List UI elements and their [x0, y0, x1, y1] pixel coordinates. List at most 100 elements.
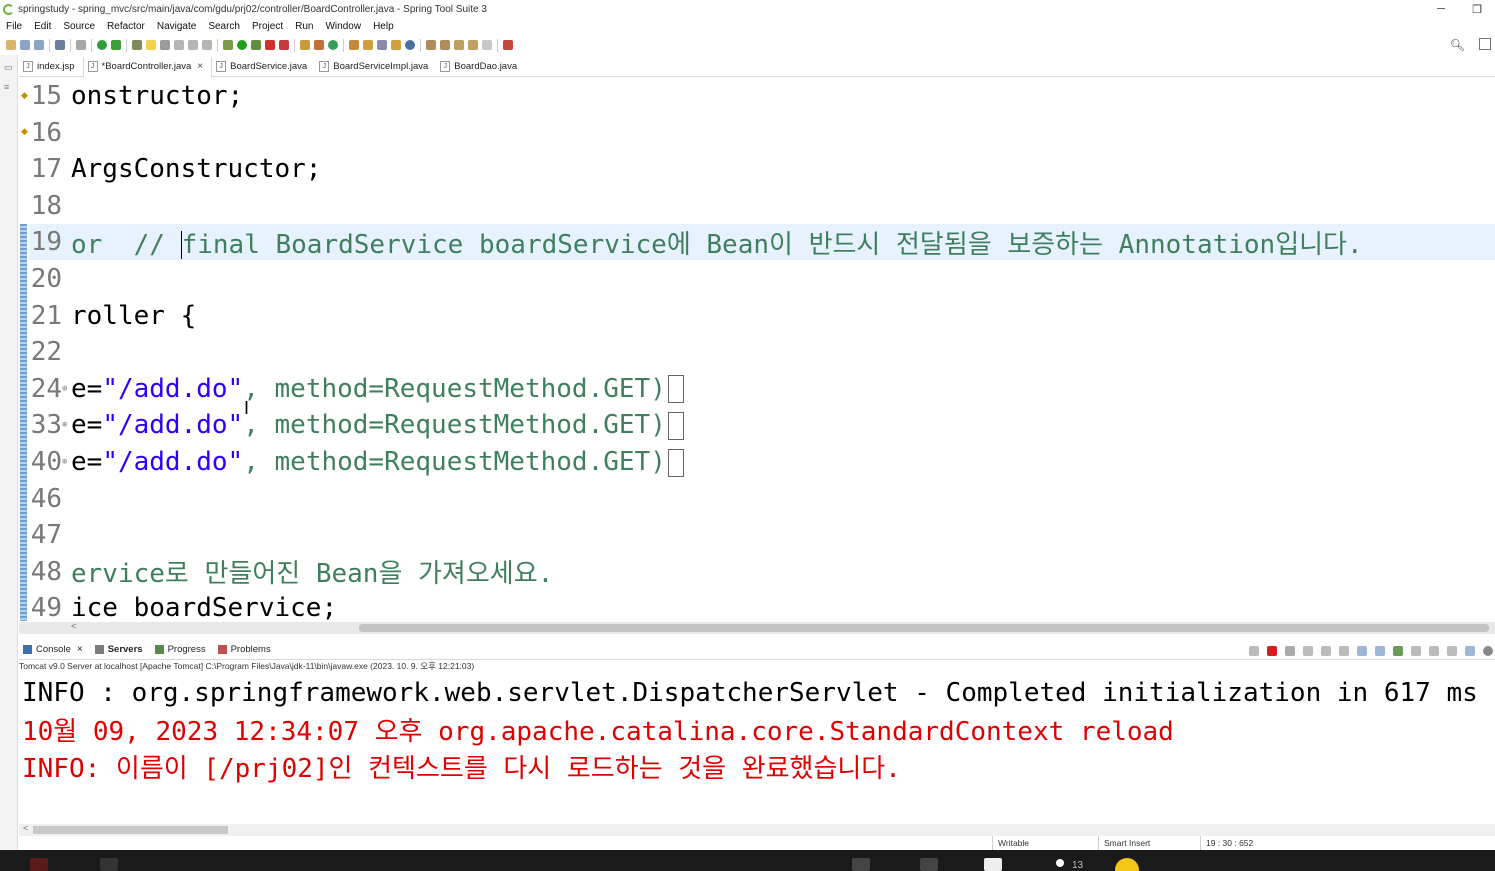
menu-source[interactable]: Source	[57, 21, 101, 32]
video-icon[interactable]	[852, 858, 870, 871]
menu-navigate[interactable]: Navigate	[151, 21, 202, 32]
save-all-icon[interactable]	[34, 40, 44, 50]
external-tools-icon[interactable]	[279, 40, 289, 50]
close-icon[interactable]: ×	[77, 644, 83, 655]
menu-window[interactable]: Window	[319, 21, 367, 32]
editor-tab[interactable]: J BoardDao.java	[436, 57, 525, 77]
code-line[interactable]: 47	[29, 517, 1495, 553]
chat-icon[interactable]	[984, 858, 1002, 871]
folded-block-placeholder[interactable]	[667, 448, 684, 477]
menu-file[interactable]: File	[0, 21, 28, 32]
pin-console-icon[interactable]	[1393, 646, 1403, 656]
view-tab-console[interactable]: Console ×	[19, 640, 91, 660]
code-line[interactable]: 48 ervice로 만들어진 Bean을 가져오세요.	[29, 554, 1495, 590]
code-line[interactable]: 40 ⊕ e="/add.do", method=RequestMethod.GET…	[29, 444, 1495, 480]
new-server-icon[interactable]	[300, 40, 310, 50]
console-horizontal-scrollbar[interactable]: <	[19, 823, 1495, 836]
open-folder-icon[interactable]	[391, 40, 401, 50]
open-perspective-icon[interactable]	[1479, 38, 1491, 50]
code-line[interactable]: 21 roller {	[29, 298, 1495, 334]
editor-horizontal-scrollbar[interactable]: <	[19, 621, 1495, 634]
menu-project[interactable]: Project	[246, 21, 289, 32]
code-line[interactable]: 22	[29, 334, 1495, 370]
console-output[interactable]: INFO : org.springframework.web.servlet.D…	[19, 673, 1495, 823]
save-icon[interactable]	[20, 40, 30, 50]
pin-editor-icon[interactable]	[503, 40, 513, 50]
editor-tab[interactable]: J *BoardController.java ×	[82, 56, 213, 77]
stop-icon[interactable]	[265, 40, 275, 50]
participants-icon[interactable]	[1056, 859, 1064, 867]
new-package-icon[interactable]	[314, 40, 324, 50]
paragraph-icon[interactable]	[202, 40, 212, 50]
view-tab-problems[interactable]: Problems	[214, 640, 279, 660]
scroll-lock-icon[interactable]	[1321, 646, 1331, 656]
clear-console-icon[interactable]	[1303, 646, 1313, 656]
remove-launch-icon[interactable]	[1249, 646, 1259, 656]
code-line[interactable]: 17 ArgsConstructor;	[29, 151, 1495, 187]
block-selection-icon[interactable]	[174, 40, 184, 50]
fold-expand-icon[interactable]: ⊕	[62, 384, 69, 394]
maximize-view-icon[interactable]	[1465, 646, 1475, 656]
menu-run[interactable]: Run	[289, 21, 319, 32]
outline-icon[interactable]: ≡	[4, 83, 12, 92]
terminate-icon[interactable]	[1267, 646, 1277, 656]
boot-dashboard-icon[interactable]	[97, 40, 107, 50]
display-console-icon[interactable]	[1411, 646, 1421, 656]
view-tab-servers[interactable]: Servers	[91, 640, 151, 660]
show-console-stderr-icon[interactable]	[1375, 646, 1385, 656]
scrollbar-thumb[interactable]	[33, 826, 228, 834]
code-line[interactable]: 15 onstructor;	[29, 78, 1495, 114]
word-wrap-icon[interactable]	[160, 40, 170, 50]
code-line[interactable]: 49 ice boardService;	[29, 590, 1495, 621]
reaction-emoji-icon[interactable]	[1115, 858, 1139, 871]
menu-edit[interactable]: Edit	[28, 21, 57, 32]
code-line[interactable]: 16	[29, 115, 1495, 151]
code-editor[interactable]: ◆ ◆ 15 onstructor; 16 17 ArgsConstructor; 18 1…	[19, 78, 1495, 621]
menu-search[interactable]: Search	[202, 21, 246, 32]
show-whitespace-icon[interactable]	[188, 40, 198, 50]
search-icon[interactable]: 🔍︎	[1450, 38, 1465, 52]
toggle-mark-occurrences-icon[interactable]	[132, 40, 142, 50]
next-annotation-icon[interactable]	[426, 40, 436, 50]
last-edit-icon[interactable]	[454, 40, 464, 50]
code-line[interactable]: 19 or // final BoardService boardService에…	[29, 224, 1495, 261]
show-console-stdout-icon[interactable]	[1357, 646, 1367, 656]
code-line[interactable]: 46	[29, 481, 1495, 517]
open-type-icon[interactable]	[349, 40, 359, 50]
share-icon[interactable]	[920, 858, 938, 871]
minimize-view-icon[interactable]	[1447, 646, 1457, 656]
close-icon[interactable]: ×	[197, 61, 203, 72]
scrollbar-thumb[interactable]	[359, 624, 1489, 632]
taskbar-app-icon[interactable]	[100, 858, 118, 871]
folded-block-placeholder[interactable]	[667, 375, 684, 404]
settings-icon[interactable]	[1483, 646, 1493, 656]
back-icon[interactable]	[468, 40, 478, 50]
minimize-button[interactable]: ─	[1423, 0, 1459, 18]
fold-expand-icon[interactable]: ⊕	[62, 457, 69, 467]
scroll-left-icon[interactable]: <	[71, 621, 76, 631]
menu-refactor[interactable]: Refactor	[101, 21, 151, 32]
globe-icon[interactable]	[405, 40, 415, 50]
editor-tab[interactable]: Jindex.jsp	[19, 57, 83, 77]
restore-button[interactable]: ❐	[1459, 0, 1495, 18]
debug-icon[interactable]	[223, 40, 233, 50]
menu-help[interactable]: Help	[367, 21, 400, 32]
editor-tab[interactable]: J BoardServiceImpl.java	[315, 57, 436, 77]
terminal-icon[interactable]	[55, 40, 65, 50]
run-icon[interactable]	[237, 40, 247, 50]
new-icon[interactable]	[6, 40, 16, 50]
editor-tab[interactable]: J BoardService.java	[212, 57, 315, 77]
new-class-icon[interactable]	[328, 40, 338, 50]
view-tab-progress[interactable]: Progress	[151, 640, 214, 660]
folded-block-placeholder[interactable]	[667, 411, 684, 440]
word-wrap-console-icon[interactable]	[1339, 646, 1349, 656]
code-line[interactable]: 20	[29, 261, 1495, 297]
restore-icon[interactable]: ▭	[4, 63, 13, 72]
skip-breakpoints-icon[interactable]	[76, 40, 86, 50]
open-console-icon[interactable]	[1429, 646, 1439, 656]
taskbar-app-icon[interactable]	[30, 858, 48, 871]
coverage-icon[interactable]	[251, 40, 261, 50]
forward-icon[interactable]	[482, 40, 492, 50]
scroll-left-icon[interactable]: <	[23, 823, 28, 833]
search-tool-icon[interactable]	[377, 40, 387, 50]
